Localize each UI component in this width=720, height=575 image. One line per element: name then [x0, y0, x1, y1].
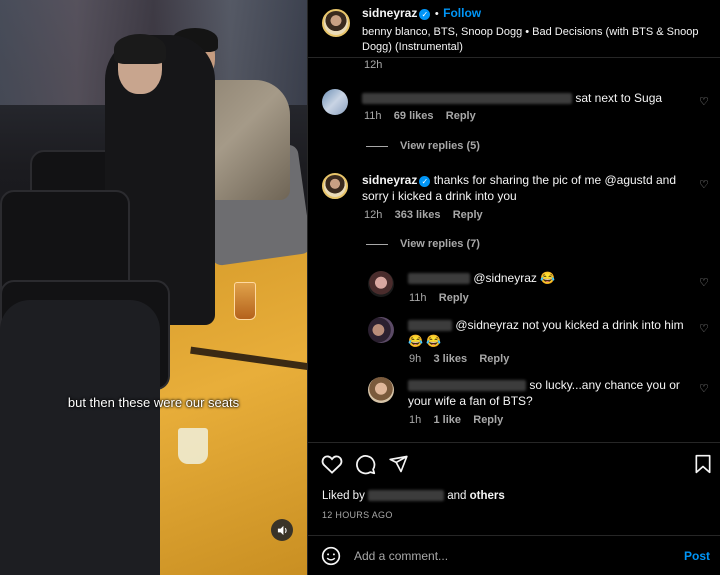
comment-meta: 11h 69 likes Reply	[364, 110, 476, 122]
comment-body: sat next to Suga	[362, 90, 682, 106]
reply-time: 11h	[409, 292, 427, 304]
author-username[interactable]: sidneyraz	[362, 6, 417, 20]
follow-button[interactable]: Follow	[443, 6, 481, 20]
comment-time: 11h	[364, 110, 382, 122]
speaker-icon	[277, 525, 287, 535]
post-timestamp: 12 HOURS AGO	[322, 510, 393, 520]
like-heart-icon[interactable]: ♡	[699, 96, 711, 108]
reply-body: @sidneyraz 😂	[408, 270, 688, 286]
reply-time: 9h	[409, 353, 422, 365]
blurred-username	[408, 273, 470, 285]
comment-likes[interactable]: 69 likes	[394, 110, 434, 122]
foreground-person	[0, 300, 160, 575]
author-avatar[interactable]	[322, 9, 350, 37]
like-heart-icon[interactable]: ♡	[699, 323, 711, 335]
reply-avatar[interactable]	[368, 317, 394, 343]
save-bookmark-icon[interactable]	[694, 454, 712, 479]
blurred-username	[408, 380, 526, 392]
comment-time: 12h	[364, 59, 383, 71]
comment-text: sat next to Suga	[575, 91, 663, 105]
sound-toggle-button[interactable]	[271, 519, 293, 541]
post-details-panel: sidneyraz ✓ • Follow benny blanco, BTS, S…	[307, 0, 720, 575]
reply-time: 1h	[409, 414, 422, 426]
reply-button[interactable]: Reply	[479, 353, 509, 365]
comment-input[interactable]	[354, 547, 654, 565]
reply-avatar[interactable]	[368, 377, 394, 403]
reply-meta: 1h 1 like Reply	[409, 414, 503, 426]
reply-meta: 11h Reply	[409, 292, 469, 304]
comment-meta: 12h 363 likes Reply	[364, 209, 483, 221]
post-comment-button[interactable]: Post	[684, 549, 710, 563]
comment-body: sidneyraz ✓ thanks for sharing the pic of…	[362, 172, 682, 204]
verified-badge-icon: ✓	[419, 176, 431, 187]
divider	[308, 442, 720, 443]
drink-glass	[178, 428, 208, 464]
reply-likes[interactable]: 3 likes	[433, 353, 467, 365]
comment-time: 12h	[364, 209, 383, 221]
like-heart-icon[interactable]	[321, 454, 343, 479]
video-caption: but then these were our seats	[67, 395, 240, 410]
reply-button[interactable]: Reply	[439, 292, 469, 304]
reply-likes[interactable]: 1 like	[433, 414, 461, 426]
blurred-username	[362, 93, 572, 105]
like-heart-icon[interactable]: ♡	[699, 179, 711, 191]
separator-dot: •	[434, 8, 439, 20]
view-replies-button[interactable]: View replies (5)	[366, 140, 480, 152]
liked-by-label: Liked by	[322, 490, 365, 502]
emoji-icon[interactable]	[321, 546, 341, 571]
drink-cup	[234, 282, 256, 320]
reply-body: so lucky...any chance you or your wife a…	[408, 377, 693, 409]
like-heart-icon[interactable]: ♡	[699, 277, 711, 289]
share-icon[interactable]	[388, 454, 409, 479]
reel-video[interactable]: but then these were our seats	[0, 0, 307, 575]
liked-by-row: Liked by and others	[322, 488, 505, 504]
blurred-username[interactable]	[368, 490, 445, 502]
reply-button[interactable]: Reply	[446, 110, 476, 122]
reply-meta: 9h 3 likes Reply	[409, 353, 509, 365]
reply-text: @sidneyraz 😂	[473, 271, 556, 285]
comment-icon[interactable]	[355, 454, 376, 480]
reply-avatar[interactable]	[368, 271, 394, 297]
divider	[308, 535, 720, 536]
post-header: sidneyraz ✓ • Follow benny blanco, BTS, S…	[308, 0, 720, 58]
liked-by-others[interactable]: others	[470, 490, 505, 502]
audio-track[interactable]: benny blanco, BTS, Snoop Dogg • Bad Deci…	[362, 25, 712, 55]
comment-likes[interactable]: 363 likes	[395, 209, 441, 221]
comment-username[interactable]: sidneyraz	[362, 173, 417, 187]
verified-badge-icon: ✓	[419, 9, 431, 20]
commenter-avatar[interactable]	[322, 173, 348, 199]
reply-body: @sidneyraz not you kicked a drink into h…	[408, 317, 693, 349]
liked-by-and: and	[447, 490, 467, 502]
like-heart-icon[interactable]: ♡	[699, 383, 711, 395]
blurred-username	[408, 320, 452, 332]
view-replies-button[interactable]: View replies (7)	[366, 238, 480, 250]
person-hair	[114, 34, 166, 64]
reply-button[interactable]: Reply	[473, 414, 503, 426]
reply-button[interactable]: Reply	[453, 209, 483, 221]
commenter-avatar[interactable]	[322, 89, 348, 115]
